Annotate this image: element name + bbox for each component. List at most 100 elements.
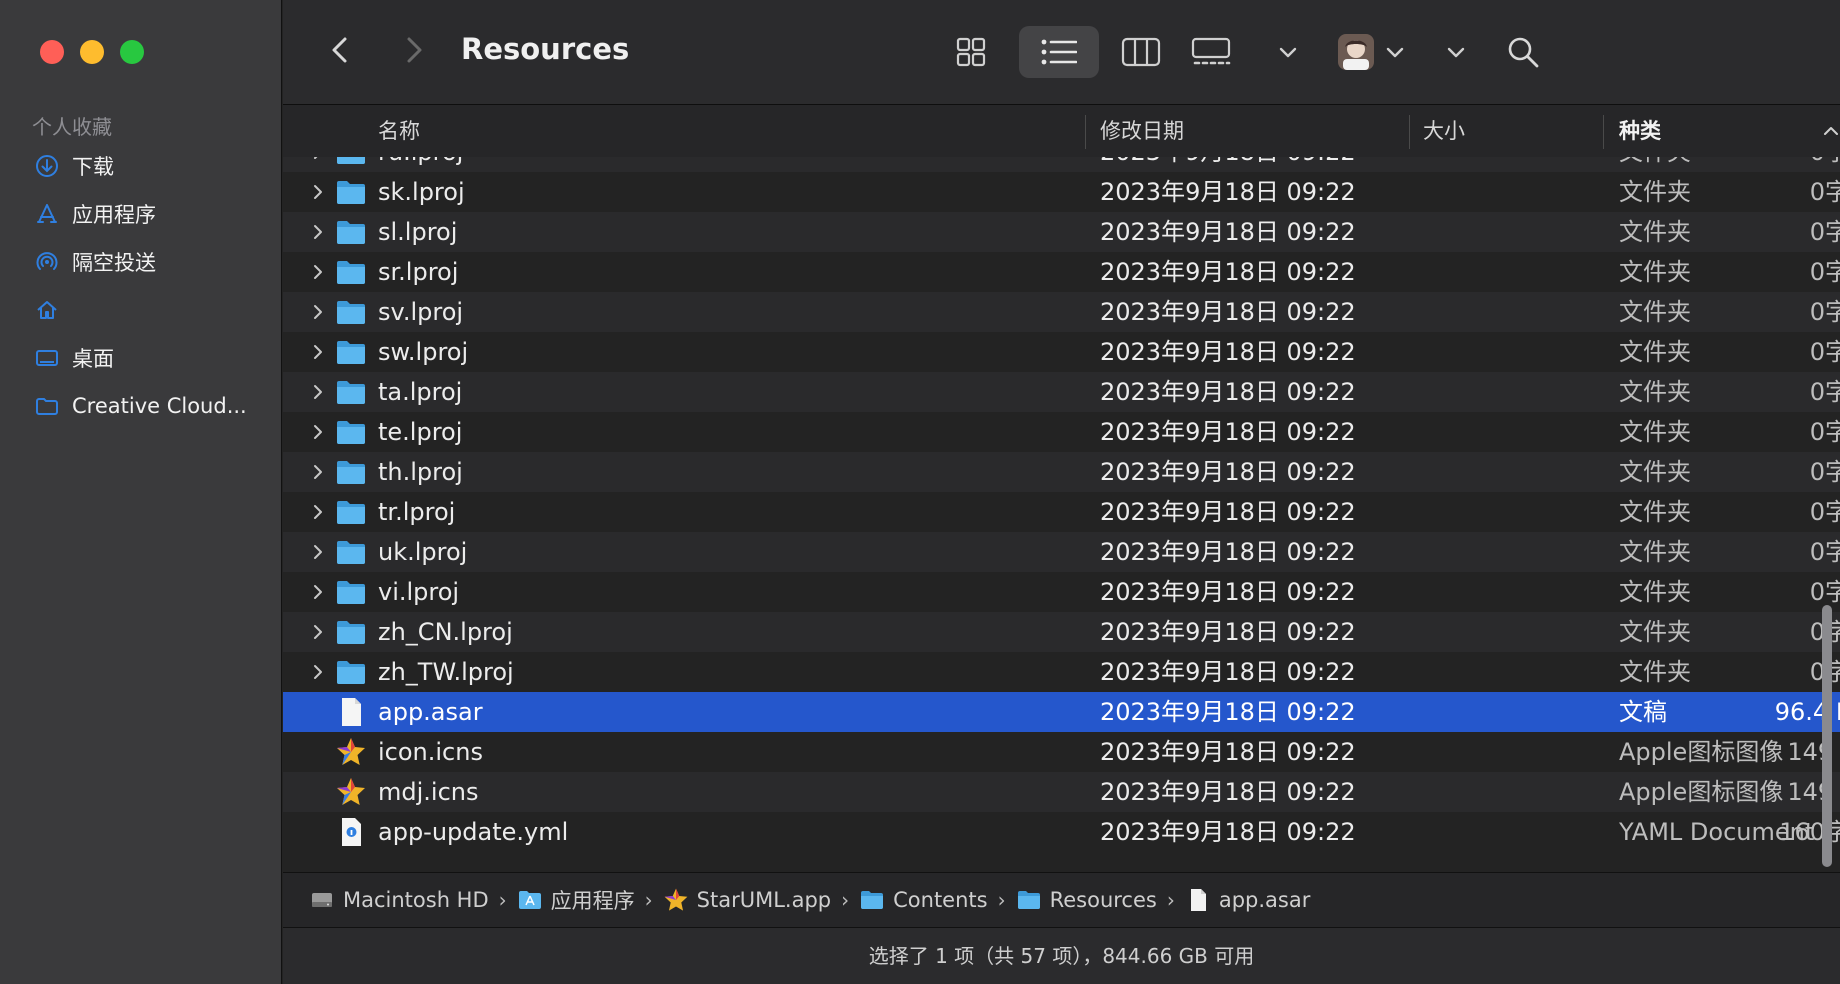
sidebar-section-favorites: 个人收藏 bbox=[32, 115, 112, 139]
file-date: 2023年9月18日 09:22 bbox=[1100, 218, 1356, 246]
path-crumb[interactable]: Resources bbox=[1016, 887, 1157, 913]
back-button[interactable] bbox=[323, 32, 359, 68]
column-divider[interactable] bbox=[1603, 115, 1604, 149]
folder-icon bbox=[337, 421, 365, 444]
file-row[interactable]: sw.lproj 2023年9月18日 09:22 0字节 文件夹 bbox=[283, 332, 1840, 372]
file-row[interactable]: sv.lproj 2023年9月18日 09:22 0字节 文件夹 bbox=[283, 292, 1840, 332]
file-kind: 文件夹 bbox=[1619, 157, 1691, 172]
file-name: ru.lproj bbox=[378, 157, 463, 172]
file-row[interactable]: tr.lproj 2023年9月18日 09:22 0字节 文件夹 bbox=[283, 492, 1840, 532]
file-row[interactable]: app.asar2023年9月18日 09:2296.4 MB文稿 bbox=[283, 692, 1840, 732]
search-button[interactable] bbox=[1503, 26, 1543, 78]
sidebar-item-label: 下载 bbox=[72, 155, 114, 179]
file-row[interactable]: mdj.icns 2023年9月18日 09:22 149 KBApple图标图像 bbox=[283, 772, 1840, 812]
disclosure-triangle-icon[interactable] bbox=[311, 424, 325, 440]
disclosure-triangle-icon[interactable] bbox=[311, 157, 325, 160]
gallery-view-button[interactable] bbox=[1189, 26, 1233, 78]
column-name[interactable]: 名称 bbox=[378, 105, 420, 157]
file-row[interactable]: zh_CN.lproj2023年9月18日 09:220字节文件夹 bbox=[283, 612, 1840, 652]
file-row[interactable]: ru.lproj 2023年9月18日 09:22 0字节 文件夹 bbox=[283, 157, 1840, 172]
column-kind[interactable]: 种类 bbox=[1619, 105, 1661, 157]
path-crumb-label: 应用程序 bbox=[550, 889, 635, 913]
zoom-window-button[interactable] bbox=[120, 40, 144, 64]
column-divider[interactable] bbox=[1085, 115, 1086, 149]
file-kind: 文件夹 bbox=[1619, 538, 1691, 566]
disclosure-triangle-icon[interactable] bbox=[311, 504, 325, 520]
sidebar-item-downloads[interactable]: 下载 bbox=[0, 142, 282, 190]
close-window-button[interactable] bbox=[40, 40, 64, 64]
folder-icon bbox=[1017, 891, 1040, 909]
path-crumb[interactable]: StarUML.app bbox=[663, 887, 831, 913]
disclosure-triangle-icon[interactable] bbox=[311, 224, 325, 240]
sidebar-item-applications[interactable]: 应用程序 bbox=[0, 190, 282, 238]
minimize-window-button[interactable] bbox=[80, 40, 104, 64]
vertical-scrollbar[interactable] bbox=[1822, 605, 1832, 867]
sidebar-item-desktop[interactable]: 桌面 bbox=[0, 334, 282, 382]
file-size: 0字节 bbox=[1809, 258, 1840, 286]
file-kind: 文件夹 bbox=[1619, 418, 1691, 446]
file-row[interactable]: te.lproj 2023年9月18日 09:22 0字节 文件夹 bbox=[283, 412, 1840, 452]
share-button[interactable] bbox=[1331, 26, 1411, 78]
file-date: 2023年9月18日 09:22 bbox=[1100, 418, 1356, 446]
file-kind: Apple图标图像 bbox=[1619, 738, 1784, 766]
file-row[interactable]: zh_TW.lproj2023年9月18日 09:220字节文件夹 bbox=[283, 652, 1840, 692]
path-crumb[interactable]: app.asar bbox=[1185, 887, 1310, 913]
sidebar-item-airdrop[interactable]: 隔空投送 bbox=[0, 238, 282, 286]
file-date: 2023年9月18日 09:22 bbox=[1100, 458, 1356, 486]
view-options-dropdown[interactable] bbox=[1273, 26, 1303, 78]
staruml-icon bbox=[337, 778, 365, 805]
path-crumb[interactable]: Contents bbox=[859, 887, 988, 913]
column-view-button[interactable] bbox=[1119, 26, 1163, 78]
icon-view-button[interactable] bbox=[951, 26, 991, 78]
file-date: 2023年9月18日 09:22 bbox=[1100, 578, 1356, 606]
column-divider[interactable] bbox=[1409, 115, 1410, 149]
disclosure-triangle-icon[interactable] bbox=[311, 384, 325, 400]
staruml-app-icon bbox=[664, 888, 688, 911]
file-kind: 文件夹 bbox=[1619, 578, 1691, 606]
forward-button[interactable] bbox=[395, 32, 431, 68]
chevron-down-icon bbox=[1386, 47, 1404, 58]
file-name: zh_CN.lproj bbox=[378, 618, 513, 646]
path-crumb[interactable]: 应用程序 bbox=[517, 885, 635, 915]
file-kind: 文件夹 bbox=[1619, 178, 1691, 206]
column-size[interactable]: 大小 bbox=[1423, 105, 1465, 157]
file-row[interactable]: sk.lproj 2023年9月18日 09:22 0字节 文件夹 bbox=[283, 172, 1840, 212]
file-name: sl.lproj bbox=[378, 218, 458, 246]
disclosure-triangle-icon[interactable] bbox=[311, 584, 325, 600]
file-row[interactable]: sl.lproj 2023年9月18日 09:22 0字节 文件夹 bbox=[283, 212, 1840, 252]
file-size: 0字节 bbox=[1809, 338, 1840, 366]
file-kind: 文件夹 bbox=[1619, 378, 1691, 406]
yaml-file-icon bbox=[342, 818, 361, 846]
file-row[interactable]: th.lproj 2023年9月18日 09:22 0字节 文件夹 bbox=[283, 452, 1840, 492]
column-date[interactable]: 修改日期 bbox=[1100, 105, 1184, 157]
file-date: 2023年9月18日 09:22 bbox=[1100, 178, 1356, 206]
status-bar: 选择了 1 项（共 57 项），844.66 GB 可用 bbox=[283, 928, 1840, 984]
disclosure-triangle-icon[interactable] bbox=[311, 544, 325, 560]
sidebar-item-label: 应用程序 bbox=[72, 203, 156, 227]
file-row[interactable]: vi.lproj2023年9月18日 09:220字节文件夹 bbox=[283, 572, 1840, 612]
file-row[interactable]: app-update.yml2023年9月18日 09:22160字节YAML … bbox=[283, 812, 1840, 852]
path-crumb[interactable]: Macintosh HD bbox=[309, 887, 489, 913]
file-kind: 文件夹 bbox=[1619, 658, 1691, 686]
disclosure-triangle-icon[interactable] bbox=[311, 664, 325, 680]
disclosure-triangle-icon[interactable] bbox=[311, 264, 325, 280]
list-view-button[interactable] bbox=[1019, 26, 1099, 78]
file-row[interactable]: ta.lproj 2023年9月18日 09:22 0字节 文件夹 bbox=[283, 372, 1840, 412]
file-row[interactable]: sr.lproj 2023年9月18日 09:22 0字节 文件夹 bbox=[283, 252, 1840, 292]
disclosure-triangle-icon[interactable] bbox=[311, 464, 325, 480]
folder-icon bbox=[337, 661, 365, 684]
sidebar-item-home[interactable] bbox=[0, 286, 282, 334]
file-kind: YAML Document bbox=[1619, 818, 1815, 846]
file-size: 0字节 bbox=[1809, 218, 1840, 246]
file-size: 0字节 bbox=[1810, 157, 1840, 172]
disclosure-triangle-icon[interactable] bbox=[311, 304, 325, 320]
file-row[interactable]: uk.lproj 2023年9月18日 09:22 0字节 文件夹 bbox=[283, 532, 1840, 572]
action-dropdown[interactable] bbox=[1441, 26, 1471, 78]
file-row[interactable]: icon.icns 2023年9月18日 09:22 149 KBApple图标图像 bbox=[283, 732, 1840, 772]
sidebar-item-creative-cloud[interactable]: Creative Cloud... bbox=[0, 382, 282, 430]
file-kind: 文件夹 bbox=[1619, 298, 1691, 326]
disclosure-triangle-icon[interactable] bbox=[311, 344, 325, 360]
disclosure-triangle-icon[interactable] bbox=[311, 184, 325, 200]
disclosure-triangle-icon[interactable] bbox=[311, 624, 325, 640]
sidebar-item-label: Creative Cloud... bbox=[72, 394, 247, 418]
